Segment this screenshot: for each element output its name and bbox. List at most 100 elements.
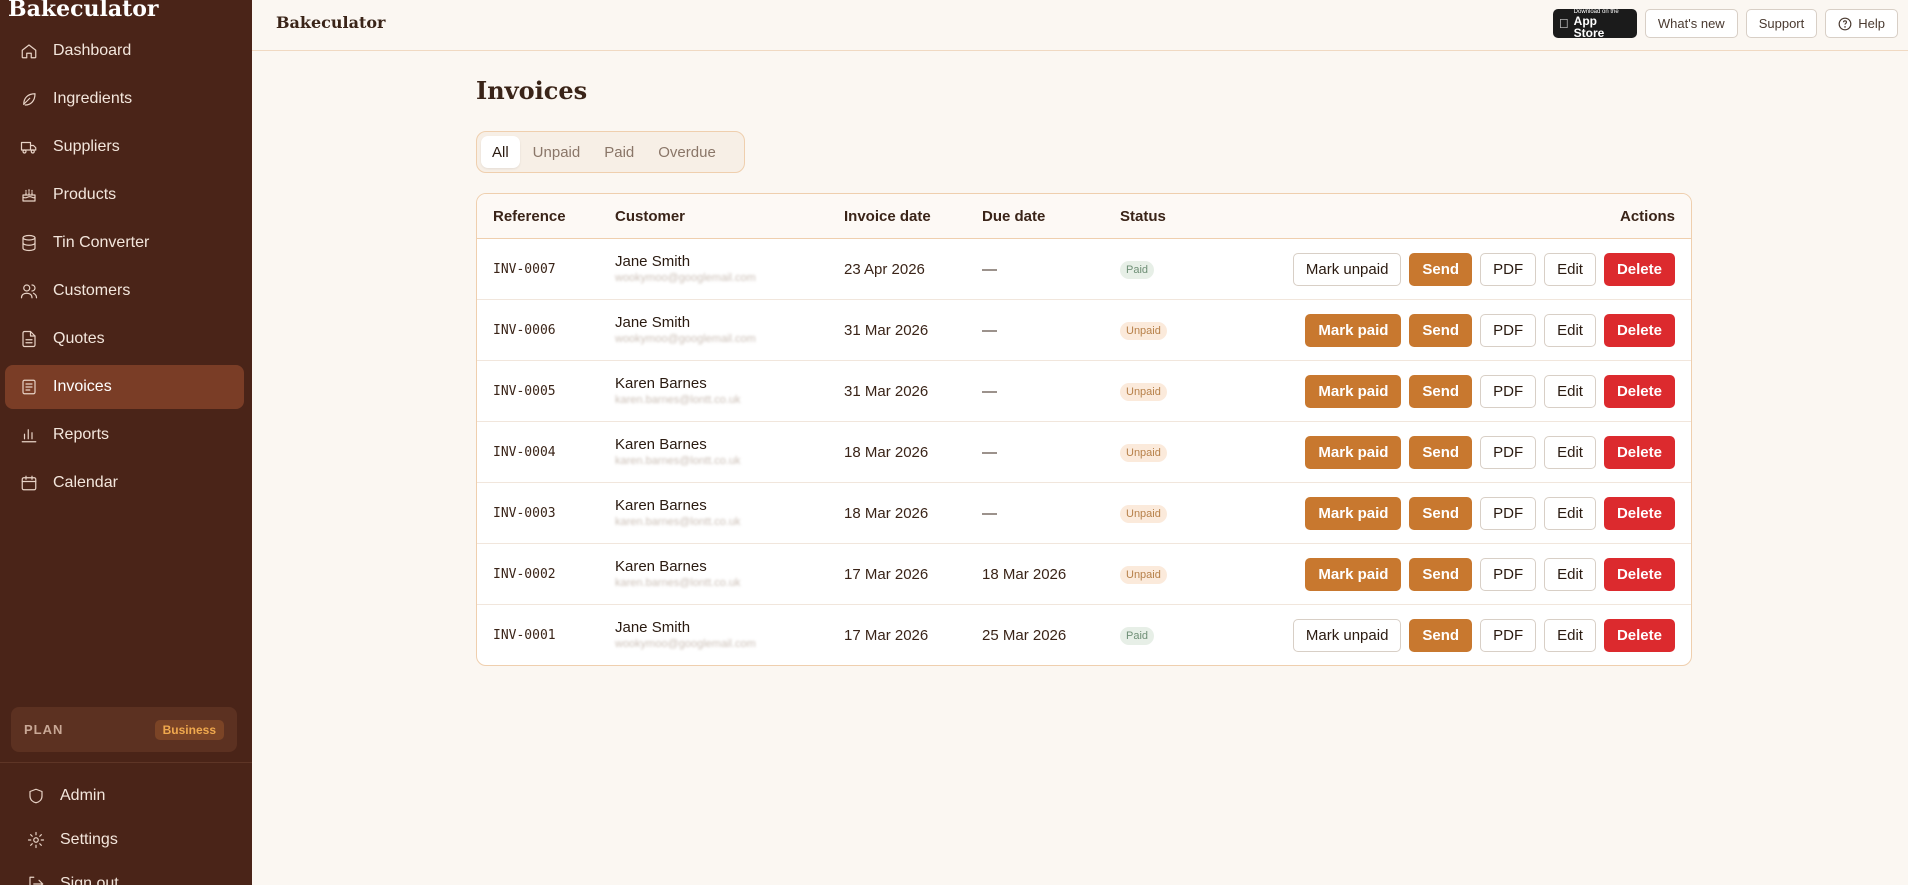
invoice-reference[interactable]: INV-0006 [493,323,556,338]
mark-unpaid-button[interactable]: Mark unpaid [1292,619,1402,652]
customer-name: Jane Smith [615,619,691,636]
sidebar-item-sign-out[interactable]: Sign out [20,862,240,885]
delete-button[interactable]: Delete [1603,436,1675,469]
sidebar-item-calendar[interactable]: Calendar [5,461,244,505]
column-header-due-date[interactable]: Due date [982,208,1045,225]
customer-email: karen.barnes@lontt.co.uk [615,516,741,528]
pdf-button[interactable]: PDF [1480,558,1537,591]
sidebar-item-tin-converter[interactable]: Tin Converter [5,221,244,265]
edit-button[interactable]: Edit [1544,558,1596,591]
top-bar-title: Bakeculator [276,13,386,32]
edit-button[interactable]: Edit [1544,497,1596,530]
tab-unpaid[interactable]: Unpaid [522,136,592,168]
send-button[interactable]: Send [1409,558,1473,591]
status-badge: Unpaid [1120,322,1167,340]
edit-button[interactable]: Edit [1544,375,1596,408]
file-icon [20,330,38,348]
whats-new-button[interactable]: What's new [1644,9,1738,38]
send-button[interactable]: Send [1409,497,1473,530]
invoice-filter-tabs: All Unpaid Paid Overdue [476,131,745,173]
pdf-button[interactable]: PDF [1480,375,1537,408]
customer-email: wookymoo@googlemail.com [615,333,756,345]
invoice-reference[interactable]: INV-0005 [493,384,556,399]
invoice-date: 23 Apr 2026 [844,261,925,278]
mark-paid-button[interactable]: Mark paid [1305,558,1402,591]
send-button[interactable]: Send [1409,619,1473,652]
column-header-reference[interactable]: Reference [493,208,566,225]
sidebar-item-dashboard[interactable]: Dashboard [5,29,244,73]
delete-button[interactable]: Delete [1603,558,1675,591]
sidebar-item-label: Ingredients [53,90,133,107]
invoice-reference[interactable]: INV-0001 [493,628,556,643]
send-button[interactable]: Send [1409,436,1473,469]
invoice-reference[interactable]: INV-0003 [493,506,556,521]
app-store-badge[interactable]:  Download on the App Store [1552,9,1637,39]
invoice-date: 17 Mar 2026 [844,627,929,644]
mark-paid-button[interactable]: Mark paid [1305,375,1402,408]
sidebar-item-admin[interactable]: Admin [20,774,240,818]
edit-button[interactable]: Edit [1544,314,1596,347]
invoice-date: 31 Mar 2026 [844,383,929,400]
sidebar-item-settings[interactable]: Settings [20,818,240,862]
pdf-button[interactable]: PDF [1480,436,1537,469]
customer-email: karen.barnes@lontt.co.uk [615,394,741,406]
delete-button[interactable]: Delete [1603,497,1675,530]
table-header: Reference Customer Invoice date Due date… [477,194,1691,239]
users-icon [20,282,38,300]
invoice-date: 17 Mar 2026 [844,566,929,583]
sidebar-item-suppliers[interactable]: Suppliers [5,125,244,169]
leaf-icon [20,90,38,108]
sidebar-item-invoices[interactable]: Invoices [5,365,244,409]
sidebar-item-label: Admin [60,787,106,804]
edit-button[interactable]: Edit [1544,436,1596,469]
invoice-reference[interactable]: INV-0004 [493,445,556,460]
sidebar-item-customers[interactable]: Customers [5,269,244,313]
sidebar-item-reports[interactable]: Reports [5,413,244,457]
send-button[interactable]: Send [1409,314,1473,347]
tab-all[interactable]: All [481,136,520,168]
column-header-invoice-date[interactable]: Invoice date [844,208,931,225]
edit-button[interactable]: Edit [1544,253,1596,286]
sign-out-icon [27,875,45,885]
gear-icon [27,831,45,849]
table-row: INV-0007 Jane Smith wookymoo@googlemail.… [477,239,1691,300]
status-badge: Unpaid [1120,505,1167,523]
help-button[interactable]: Help [1825,9,1898,38]
sidebar-item-quotes[interactable]: Quotes [5,317,244,361]
tab-paid[interactable]: Paid [593,136,645,168]
pdf-button[interactable]: PDF [1480,314,1537,347]
invoice-reference[interactable]: INV-0007 [493,262,556,277]
send-button[interactable]: Send [1409,375,1473,408]
mark-paid-button[interactable]: Mark paid [1305,436,1402,469]
mark-paid-button[interactable]: Mark paid [1305,314,1402,347]
sidebar-item-products[interactable]: Products [5,173,244,217]
pdf-button[interactable]: PDF [1480,253,1537,286]
tab-overdue[interactable]: Overdue [647,136,727,168]
column-header-actions: Actions [1619,208,1675,225]
column-header-status[interactable]: Status [1120,208,1166,225]
due-date: — [982,505,997,522]
home-icon [20,42,38,60]
plan-card: PLAN Business [11,707,237,752]
brand-logo[interactable]: Bakeculator [8,0,159,22]
top-bar: Bakeculator  Download on the App Store … [252,0,1908,51]
invoice-date: 18 Mar 2026 [844,505,929,522]
sidebar-item-ingredients[interactable]: Ingredients [5,77,244,121]
status-badge: Unpaid [1120,566,1167,584]
support-button[interactable]: Support [1745,9,1818,38]
row-actions: Mark paid Send PDF Edit Delete [1305,558,1675,591]
delete-button[interactable]: Delete [1603,253,1675,286]
pdf-button[interactable]: PDF [1480,497,1537,530]
mark-paid-button[interactable]: Mark paid [1305,497,1402,530]
delete-button[interactable]: Delete [1603,375,1675,408]
send-button[interactable]: Send [1409,253,1473,286]
column-header-customer[interactable]: Customer [615,208,685,225]
due-date: — [982,444,997,461]
mark-unpaid-button[interactable]: Mark unpaid [1292,253,1402,286]
status-badge: Unpaid [1120,383,1167,401]
delete-button[interactable]: Delete [1603,619,1675,652]
delete-button[interactable]: Delete [1603,314,1675,347]
invoice-reference[interactable]: INV-0002 [493,567,556,582]
edit-button[interactable]: Edit [1544,619,1596,652]
pdf-button[interactable]: PDF [1480,619,1537,652]
